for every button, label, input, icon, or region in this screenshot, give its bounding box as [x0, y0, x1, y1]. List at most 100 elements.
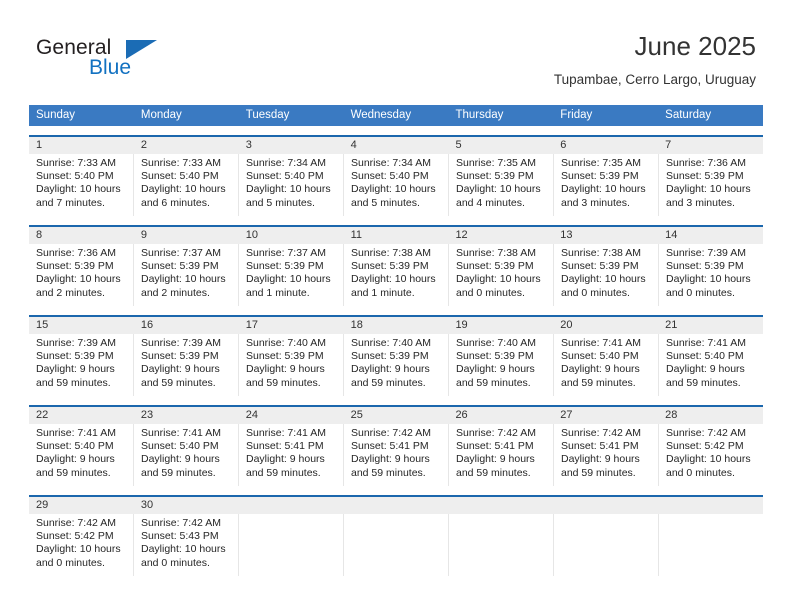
day-number[interactable]: 5 [448, 137, 553, 154]
day-cell[interactable]: Sunrise: 7:41 AM Sunset: 5:41 PM Dayligh… [239, 424, 344, 486]
day-number[interactable]: 20 [553, 317, 658, 334]
day-cell[interactable]: Sunrise: 7:38 AM Sunset: 5:39 PM Dayligh… [344, 244, 449, 306]
day-cell[interactable]: Sunrise: 7:34 AM Sunset: 5:40 PM Dayligh… [239, 154, 344, 216]
day-number[interactable]: 23 [134, 407, 239, 424]
day-number[interactable]: 4 [344, 137, 449, 154]
daylight-text-line1: Daylight: 9 hours [666, 363, 745, 376]
day-number[interactable]: 26 [448, 407, 553, 424]
day-number[interactable]: 28 [658, 407, 763, 424]
day-number[interactable]: 3 [239, 137, 344, 154]
daylight-text-line1: Daylight: 9 hours [351, 453, 430, 466]
sunset-text: Sunset: 5:40 PM [351, 170, 429, 183]
week-body-row: Sunrise: 7:42 AM Sunset: 5:42 PM Dayligh… [29, 514, 763, 576]
sunset-text: Sunset: 5:40 PM [36, 170, 114, 183]
daylight-text-line1: Daylight: 10 hours [36, 543, 121, 556]
day-number[interactable]: 25 [344, 407, 449, 424]
day-number[interactable]: 11 [344, 227, 449, 244]
week-date-strip: 8 9 10 11 12 13 14 [29, 227, 763, 244]
sunrise-text: Sunrise: 7:39 AM [666, 247, 746, 259]
day-cell[interactable]: Sunrise: 7:41 AM Sunset: 5:40 PM Dayligh… [134, 424, 239, 486]
daylight-text-line1: Daylight: 9 hours [36, 363, 115, 376]
day-number[interactable]: 18 [344, 317, 449, 334]
day-number[interactable]: 27 [553, 407, 658, 424]
day-number[interactable]: 1 [29, 137, 134, 154]
day-cell[interactable]: Sunrise: 7:34 AM Sunset: 5:40 PM Dayligh… [344, 154, 449, 216]
day-number[interactable]: 10 [239, 227, 344, 244]
general-blue-logo[interactable]: General Blue [36, 36, 206, 84]
daylight-text-line2: and 7 minutes. [36, 196, 105, 209]
day-cell[interactable]: Sunrise: 7:39 AM Sunset: 5:39 PM Dayligh… [659, 244, 763, 306]
day-cell[interactable]: Sunrise: 7:42 AM Sunset: 5:41 PM Dayligh… [554, 424, 659, 486]
sunset-text: Sunset: 5:39 PM [561, 260, 639, 273]
day-number[interactable]: 8 [29, 227, 134, 244]
day-number[interactable]: 14 [658, 227, 763, 244]
sunset-text: Sunset: 5:39 PM [141, 350, 219, 363]
day-cell[interactable]: Sunrise: 7:39 AM Sunset: 5:39 PM Dayligh… [29, 334, 134, 396]
day-cell[interactable]: Sunrise: 7:42 AM Sunset: 5:42 PM Dayligh… [659, 424, 763, 486]
weekday-header-friday: Friday [560, 109, 593, 121]
daylight-text-line1: Daylight: 10 hours [666, 453, 751, 466]
day-number[interactable]: 30 [134, 497, 239, 514]
calendar-week-row: 8 9 10 11 12 13 14 Sunrise: 7:36 AM Suns… [29, 225, 763, 306]
day-cell[interactable]: Sunrise: 7:40 AM Sunset: 5:39 PM Dayligh… [449, 334, 554, 396]
day-number[interactable]: 12 [448, 227, 553, 244]
sunset-text: Sunset: 5:39 PM [666, 170, 744, 183]
sunset-text: Sunset: 5:39 PM [561, 170, 639, 183]
day-cell[interactable]: Sunrise: 7:38 AM Sunset: 5:39 PM Dayligh… [449, 244, 554, 306]
page-subtitle: Tupambae, Cerro Largo, Uruguay [553, 72, 756, 87]
day-cell[interactable]: Sunrise: 7:33 AM Sunset: 5:40 PM Dayligh… [134, 154, 239, 216]
day-cell[interactable]: Sunrise: 7:35 AM Sunset: 5:39 PM Dayligh… [449, 154, 554, 216]
sunrise-text: Sunrise: 7:33 AM [141, 157, 221, 169]
day-number[interactable]: 6 [553, 137, 658, 154]
day-number[interactable]: 2 [134, 137, 239, 154]
sunset-text: Sunset: 5:39 PM [351, 260, 429, 273]
daylight-text-line2: and 59 minutes. [456, 376, 531, 389]
day-number[interactable]: 24 [239, 407, 344, 424]
daylight-text-line1: Daylight: 10 hours [246, 273, 331, 286]
daylight-text-line1: Daylight: 10 hours [141, 183, 226, 196]
day-number[interactable]: 29 [29, 497, 134, 514]
sunrise-text: Sunrise: 7:35 AM [561, 157, 641, 169]
day-cell[interactable]: Sunrise: 7:36 AM Sunset: 5:39 PM Dayligh… [29, 244, 134, 306]
day-cell[interactable]: Sunrise: 7:40 AM Sunset: 5:39 PM Dayligh… [239, 334, 344, 396]
day-cell[interactable]: Sunrise: 7:39 AM Sunset: 5:39 PM Dayligh… [134, 334, 239, 396]
day-cell[interactable]: Sunrise: 7:41 AM Sunset: 5:40 PM Dayligh… [659, 334, 763, 396]
day-number[interactable]: 17 [239, 317, 344, 334]
day-cell[interactable]: Sunrise: 7:33 AM Sunset: 5:40 PM Dayligh… [29, 154, 134, 216]
day-number[interactable]: 19 [448, 317, 553, 334]
day-number[interactable]: 13 [553, 227, 658, 244]
daylight-text-line2: and 59 minutes. [246, 466, 321, 479]
day-cell[interactable]: Sunrise: 7:36 AM Sunset: 5:39 PM Dayligh… [659, 154, 763, 216]
day-cell[interactable]: Sunrise: 7:42 AM Sunset: 5:41 PM Dayligh… [449, 424, 554, 486]
day-cell[interactable]: Sunrise: 7:38 AM Sunset: 5:39 PM Dayligh… [554, 244, 659, 306]
sunrise-text: Sunrise: 7:36 AM [666, 157, 746, 169]
sunrise-text: Sunrise: 7:41 AM [36, 427, 116, 439]
sunrise-text: Sunrise: 7:40 AM [351, 337, 431, 349]
day-number-empty [344, 497, 449, 514]
day-cell[interactable]: Sunrise: 7:41 AM Sunset: 5:40 PM Dayligh… [29, 424, 134, 486]
day-cell[interactable]: Sunrise: 7:41 AM Sunset: 5:40 PM Dayligh… [554, 334, 659, 396]
calendar-week-row: 1 2 3 4 5 6 7 Sunrise: 7:33 AM Sunset: 5… [29, 135, 763, 216]
day-cell[interactable]: Sunrise: 7:42 AM Sunset: 5:42 PM Dayligh… [29, 514, 134, 576]
day-number[interactable]: 21 [658, 317, 763, 334]
day-cell-empty [659, 514, 763, 576]
daylight-text-line2: and 0 minutes. [141, 556, 210, 569]
sunrise-text: Sunrise: 7:36 AM [36, 247, 116, 259]
day-number[interactable]: 22 [29, 407, 134, 424]
day-number[interactable]: 16 [134, 317, 239, 334]
daylight-text-line2: and 2 minutes. [141, 286, 210, 299]
day-number[interactable]: 15 [29, 317, 134, 334]
day-cell[interactable]: Sunrise: 7:42 AM Sunset: 5:41 PM Dayligh… [344, 424, 449, 486]
week-body-row: Sunrise: 7:33 AM Sunset: 5:40 PM Dayligh… [29, 154, 763, 216]
day-number[interactable]: 7 [658, 137, 763, 154]
day-cell-empty [554, 514, 659, 576]
daylight-text-line1: Daylight: 9 hours [246, 453, 325, 466]
week-date-strip: 29 30 [29, 497, 763, 514]
day-cell[interactable]: Sunrise: 7:35 AM Sunset: 5:39 PM Dayligh… [554, 154, 659, 216]
day-cell[interactable]: Sunrise: 7:40 AM Sunset: 5:39 PM Dayligh… [344, 334, 449, 396]
day-cell[interactable]: Sunrise: 7:37 AM Sunset: 5:39 PM Dayligh… [239, 244, 344, 306]
day-cell[interactable]: Sunrise: 7:42 AM Sunset: 5:43 PM Dayligh… [134, 514, 239, 576]
day-number[interactable]: 9 [134, 227, 239, 244]
calendar-week-row: 22 23 24 25 26 27 28 Sunrise: 7:41 AM Su… [29, 405, 763, 486]
day-cell[interactable]: Sunrise: 7:37 AM Sunset: 5:39 PM Dayligh… [134, 244, 239, 306]
